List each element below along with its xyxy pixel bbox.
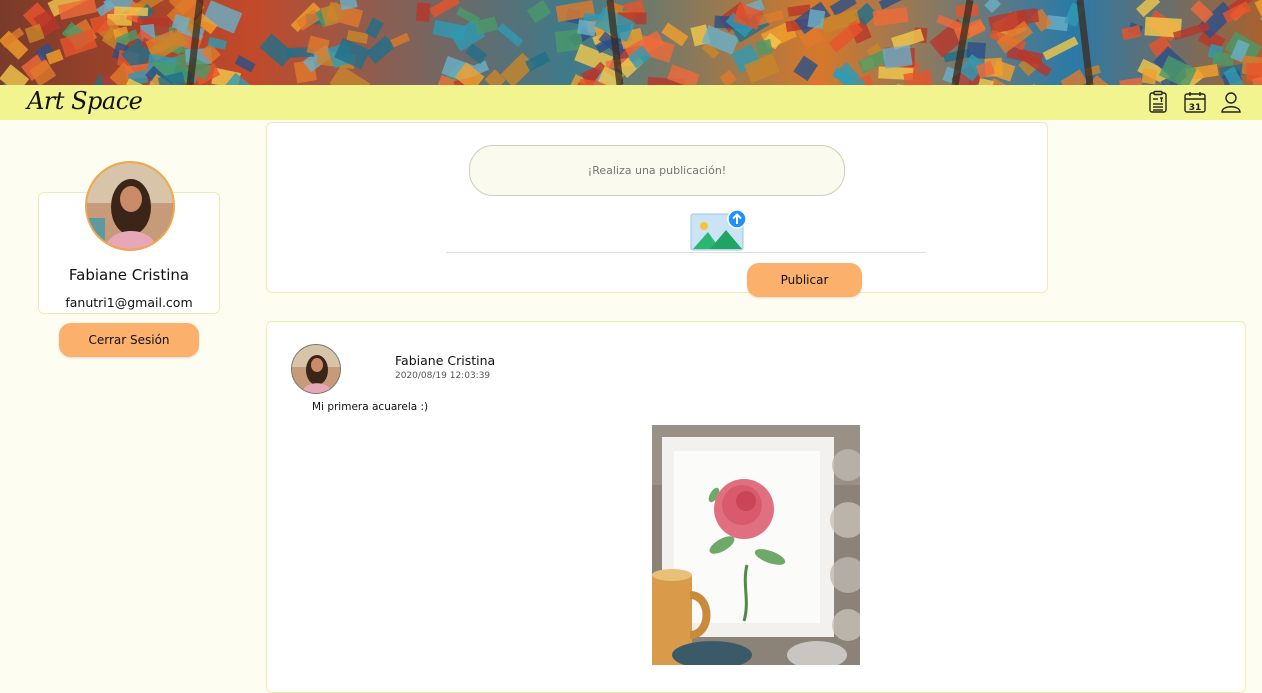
- post-author-avatar: [291, 344, 341, 394]
- post-image-watercolor-rose[interactable]: [652, 425, 860, 665]
- user-icon[interactable]: [1219, 90, 1243, 114]
- calendar-icon[interactable]: 31: [1183, 90, 1207, 114]
- profile-name: Fabiane Cristina: [68, 266, 190, 284]
- header-banner-painting: [0, 0, 1262, 85]
- profile-email: fanutri1@gmail.com: [65, 295, 193, 310]
- publish-button[interactable]: Publicar: [747, 263, 862, 297]
- composer-divider: [446, 252, 926, 253]
- post-card: Fabiane Cristina 2020/08/19 12:03:39 Mi …: [266, 321, 1246, 693]
- post-author-name: Fabiane Cristina: [395, 353, 496, 368]
- profile-avatar: [85, 161, 175, 251]
- image-upload-icon[interactable]: [690, 208, 748, 252]
- brand-logo[interactable]: Art Space: [27, 87, 143, 115]
- post-timestamp: 2020/08/19 12:03:39: [395, 371, 491, 381]
- post-text: Mi primera acuarela :): [312, 401, 429, 413]
- post-input[interactable]: [469, 145, 845, 196]
- notes-icon[interactable]: [1146, 90, 1170, 114]
- logout-button[interactable]: Cerrar Sesión: [59, 323, 199, 357]
- post-composer: Publicar: [266, 122, 1048, 297]
- navbar: Art Space 31: [0, 85, 1262, 120]
- calendar-day-label: 31: [1189, 103, 1202, 113]
